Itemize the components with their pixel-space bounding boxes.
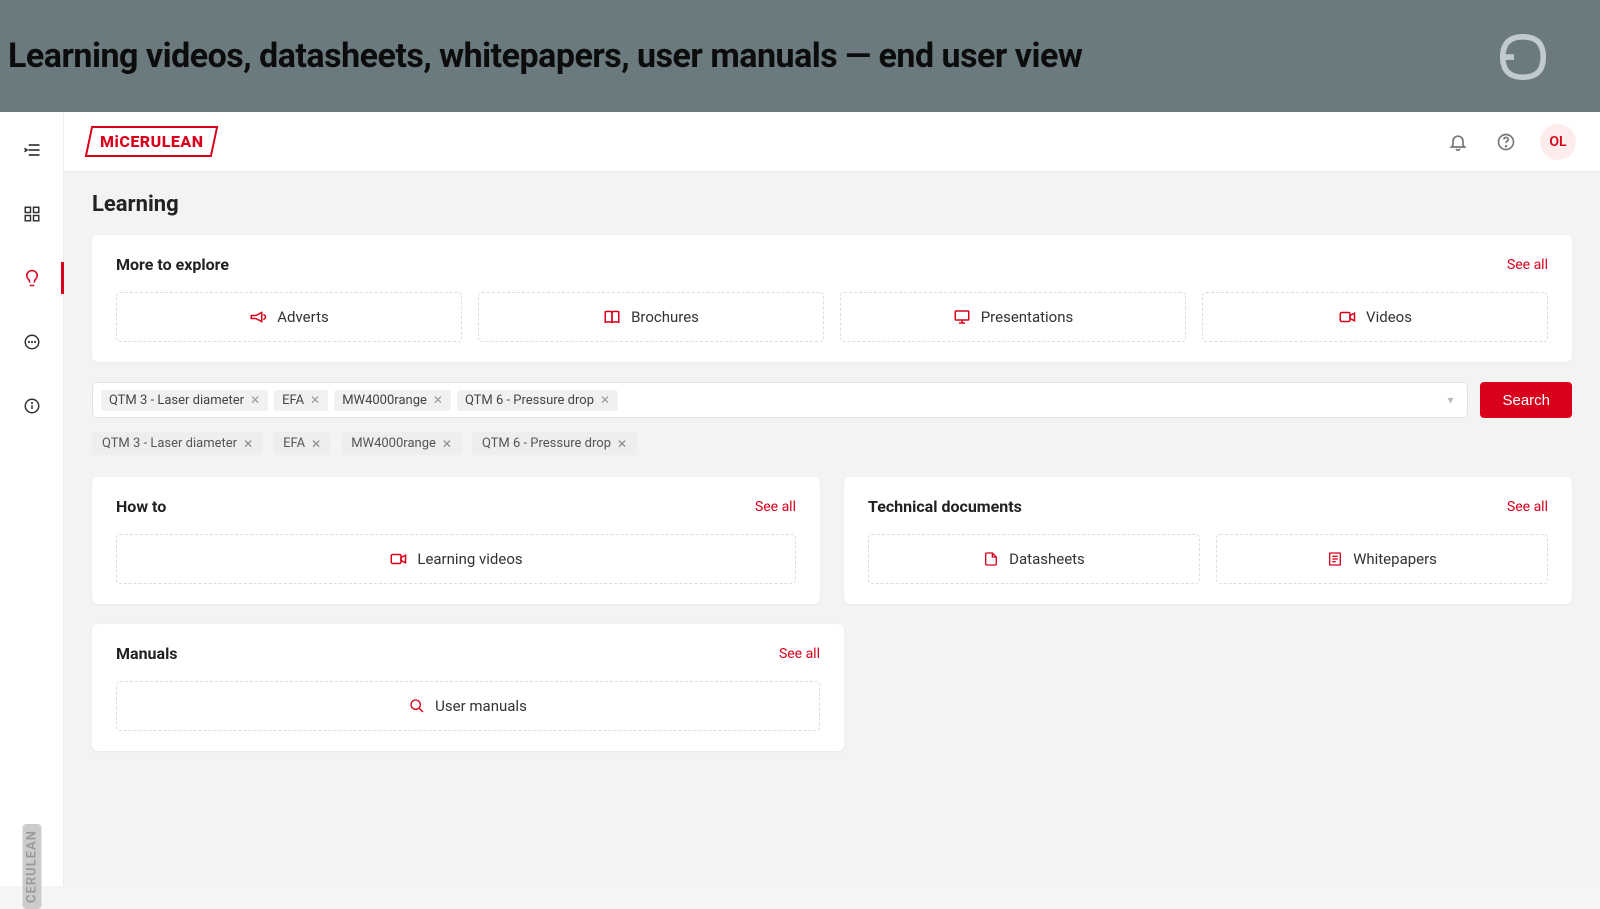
tile-learning-videos[interactable]: Learning videos <box>116 534 796 584</box>
filter-tags-row: QTM 3 - Laser diameter✕ EFA✕ MW4000range… <box>92 432 1572 455</box>
techdocs-title: Technical documents <box>868 497 1022 516</box>
file-icon <box>983 550 999 568</box>
search-chip[interactable]: QTM 3 - Laser diameter✕ <box>101 390 268 411</box>
presentation-banner: Learning videos, datasheets, whitepapers… <box>0 0 1600 112</box>
techdocs-see-all[interactable]: See all <box>1507 499 1548 515</box>
more-to-explore-card: More to explore See all Adverts Brochure… <box>92 235 1572 362</box>
explore-see-all[interactable]: See all <box>1507 257 1548 273</box>
tile-videos[interactable]: Videos <box>1202 292 1548 342</box>
tile-brochures[interactable]: Brochures <box>478 292 824 342</box>
banner-title: Learning videos, datasheets, whitepapers… <box>8 36 1082 76</box>
tile-presentations[interactable]: Presentations <box>840 292 1186 342</box>
tag-remove-icon[interactable]: ✕ <box>617 437 627 451</box>
video-icon <box>389 550 407 568</box>
chevron-down-icon[interactable]: ▾ <box>1447 393 1459 407</box>
filter-tag[interactable]: EFA✕ <box>273 432 331 455</box>
manuals-card: Manuals See all User manuals <box>92 624 844 751</box>
page-title: Learning <box>92 192 1572 217</box>
search-icon <box>409 698 425 714</box>
tile-adverts[interactable]: Adverts <box>116 292 462 342</box>
chip-remove-icon[interactable]: ✕ <box>310 393 320 407</box>
manuals-title: Manuals <box>116 644 178 663</box>
tile-whitepapers[interactable]: Whitepapers <box>1216 534 1548 584</box>
user-avatar[interactable]: OL <box>1540 124 1576 160</box>
explore-title: More to explore <box>116 255 229 274</box>
filter-tag[interactable]: QTM 3 - Laser diameter✕ <box>92 432 263 455</box>
sidebar-item-dashboard[interactable] <box>12 194 52 234</box>
help-icon[interactable] <box>1492 128 1520 156</box>
tag-remove-icon[interactable]: ✕ <box>442 437 452 451</box>
search-chip[interactable]: MW4000range✕ <box>334 390 451 411</box>
technical-documents-card: Technical documents See all Datasheets W… <box>844 477 1572 604</box>
presentation-icon <box>953 308 971 326</box>
document-icon <box>1327 550 1343 568</box>
sidebar-item-info[interactable] <box>12 386 52 426</box>
filter-tag[interactable]: MW4000range✕ <box>341 432 462 455</box>
howto-title: How to <box>116 497 166 516</box>
topbar: MiCERULEAN OL <box>64 112 1600 172</box>
sidebar-brand-badge: CERULEAN <box>22 824 41 909</box>
chip-remove-icon[interactable]: ✕ <box>433 393 443 407</box>
logo[interactable]: MiCERULEAN <box>85 126 219 157</box>
search-row: QTM 3 - Laser diameter✕ EFA✕ MW4000range… <box>92 382 1572 418</box>
megaphone-icon <box>249 308 267 326</box>
search-input[interactable]: QTM 3 - Laser diameter✕ EFA✕ MW4000range… <box>92 382 1468 418</box>
manuals-see-all[interactable]: See all <box>779 646 820 662</box>
howto-see-all[interactable]: See all <box>755 499 796 515</box>
tile-datasheets[interactable]: Datasheets <box>868 534 1200 584</box>
notifications-icon[interactable] <box>1444 128 1472 156</box>
tile-user-manuals[interactable]: User manuals <box>116 681 820 731</box>
tag-remove-icon[interactable]: ✕ <box>311 437 321 451</box>
search-chip[interactable]: QTM 6 - Pressure drop✕ <box>457 390 618 411</box>
leaf-icon <box>1496 30 1550 84</box>
sidebar-item-learning[interactable] <box>12 258 52 298</box>
sidebar-item-chat[interactable] <box>12 322 52 362</box>
tag-remove-icon[interactable]: ✕ <box>243 437 253 451</box>
how-to-card: How to See all Learning videos <box>92 477 820 604</box>
video-icon <box>1338 308 1356 326</box>
sidebar: CERULEAN <box>0 112 64 886</box>
chip-remove-icon[interactable]: ✕ <box>250 393 260 407</box>
sidebar-toggle[interactable] <box>12 130 52 170</box>
book-icon <box>603 308 621 326</box>
chip-remove-icon[interactable]: ✕ <box>600 393 610 407</box>
search-chip[interactable]: EFA✕ <box>274 390 328 411</box>
filter-tag[interactable]: QTM 6 - Pressure drop✕ <box>472 432 637 455</box>
search-button[interactable]: Search <box>1480 382 1572 418</box>
